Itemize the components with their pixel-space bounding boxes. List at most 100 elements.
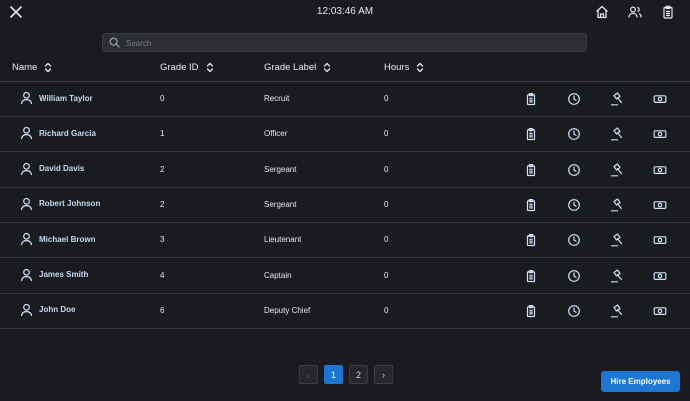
grade-id: 4 (160, 270, 165, 280)
user-icon (20, 268, 33, 281)
page-1-button[interactable]: 1 (324, 365, 343, 384)
employee-name-cell[interactable]: James Smith (20, 268, 88, 282)
employee-name-cell[interactable]: Richard Garcia (20, 126, 96, 140)
cash-icon[interactable] (653, 198, 667, 212)
user-icon (20, 303, 33, 316)
cash-icon[interactable] (653, 92, 667, 106)
employee-name: David Davis (39, 164, 85, 174)
search-input[interactable] (124, 36, 578, 51)
clipboard-icon[interactable] (524, 127, 538, 141)
home-icon[interactable] (594, 4, 610, 20)
page-2-button[interactable]: 2 (349, 365, 368, 384)
employee-name: James Smith (39, 270, 89, 279)
employee-name: Robert Johnson (39, 199, 101, 209)
clipboard-icon[interactable] (524, 233, 538, 247)
table-row: David Davis 2 Sergeant 0 (0, 153, 690, 188)
table-row: John Doe 6 Deputy Chief 0 (0, 294, 690, 329)
clipboard-icon[interactable] (524, 304, 538, 318)
clock: 12:03:46 AM (316, 6, 374, 17)
clipboard-icon[interactable] (660, 4, 676, 20)
clipboard-icon[interactable] (524, 269, 538, 283)
grade-label: Sergeant (264, 164, 297, 174)
table-row: Robert Johnson 2 Sergeant 0 (0, 188, 690, 223)
sort-icon (417, 62, 424, 73)
hours: 0 (384, 270, 389, 280)
cash-icon[interactable] (653, 233, 667, 247)
cash-icon[interactable] (653, 163, 667, 177)
clock-icon[interactable] (567, 92, 581, 106)
sort-icon (324, 62, 331, 73)
grade-label: Officer (264, 129, 288, 139)
grade-id: 6 (160, 305, 165, 315)
clock-icon[interactable] (567, 233, 581, 247)
gavel-icon[interactable] (610, 127, 624, 141)
table-row: Richard Garcia 1 Officer 0 (0, 117, 690, 153)
hours: 0 (384, 129, 389, 139)
gavel-icon[interactable] (610, 268, 624, 283)
grade-id: 0 (160, 94, 165, 103)
user-icon (20, 91, 33, 105)
user-icon (20, 127, 33, 140)
search-icon (109, 37, 120, 48)
clipboard-icon[interactable] (524, 92, 538, 106)
grade-label: Lieutenant (264, 235, 302, 245)
gavel-icon[interactable] (610, 198, 624, 212)
table-row: Michael Brown 3 Lieutenant 0 (0, 223, 690, 259)
employee-name: John Doe (39, 305, 76, 315)
hire-employees-button[interactable]: Hire Employees (601, 371, 680, 392)
employee-name-cell[interactable]: John Doe (20, 303, 75, 317)
column-header-name[interactable]: Name (12, 62, 52, 73)
grade-id: 3 (160, 235, 165, 245)
employee-name: Michael Brown (39, 234, 96, 244)
users-icon[interactable] (627, 4, 643, 20)
cash-icon[interactable] (653, 127, 667, 141)
search-bar (102, 33, 587, 52)
cash-icon[interactable] (653, 269, 667, 283)
clipboard-icon[interactable] (524, 163, 538, 177)
clock-icon[interactable] (567, 127, 581, 141)
column-header-label: Grade ID (160, 62, 199, 73)
column-header-grade-id[interactable]: Grade ID (160, 62, 214, 73)
next-page-button[interactable]: › (374, 365, 393, 384)
employee-name: Richard Garcia (39, 128, 96, 138)
prev-page-button[interactable]: ‹ (299, 365, 318, 384)
clock-icon[interactable] (567, 198, 581, 212)
grade-id: 2 (160, 164, 165, 174)
clock-icon[interactable] (567, 304, 581, 318)
column-header-hours[interactable]: Hours (384, 62, 424, 73)
table-row: William Taylor 0 Recruit 0 (0, 82, 690, 117)
gavel-icon[interactable] (610, 233, 624, 247)
column-header-label: Hours (384, 62, 410, 73)
grade-id: 1 (160, 129, 165, 139)
employee-name-cell[interactable]: Robert Johnson (20, 197, 100, 211)
user-icon (20, 197, 33, 210)
cash-icon[interactable] (653, 304, 667, 318)
employee-name-cell[interactable]: Michael Brown (20, 232, 95, 246)
gavel-icon[interactable] (610, 92, 624, 106)
grade-label: Deputy Chief (264, 305, 311, 315)
clipboard-icon[interactable] (524, 198, 538, 212)
sort-icon (45, 62, 52, 73)
top-bar: 12:03:46 AM (0, 0, 690, 24)
table-row: James Smith 4 Captain 0 (0, 259, 690, 294)
employee-name: William Taylor (39, 93, 93, 103)
top-nav (594, 4, 676, 20)
column-header-grade-label[interactable]: Grade Label (264, 62, 331, 73)
hours: 0 (384, 199, 389, 209)
row-divider (0, 327, 690, 329)
sort-icon (206, 62, 213, 73)
gavel-icon[interactable] (610, 304, 624, 318)
employee-name-cell[interactable]: William Taylor (20, 91, 93, 105)
clock-icon[interactable] (567, 163, 581, 177)
column-header-label: Name (12, 62, 38, 73)
hours: 0 (384, 94, 389, 103)
clock-icon[interactable] (567, 269, 581, 283)
gavel-icon[interactable] (610, 162, 624, 177)
grade-id: 2 (160, 199, 165, 209)
grade-label: Recruit (264, 94, 290, 103)
user-icon (20, 162, 33, 175)
hours: 0 (384, 235, 389, 245)
employee-name-cell[interactable]: David Davis (20, 162, 84, 176)
hours: 0 (384, 164, 389, 174)
pagination: ‹ 1 2 › (299, 365, 393, 384)
